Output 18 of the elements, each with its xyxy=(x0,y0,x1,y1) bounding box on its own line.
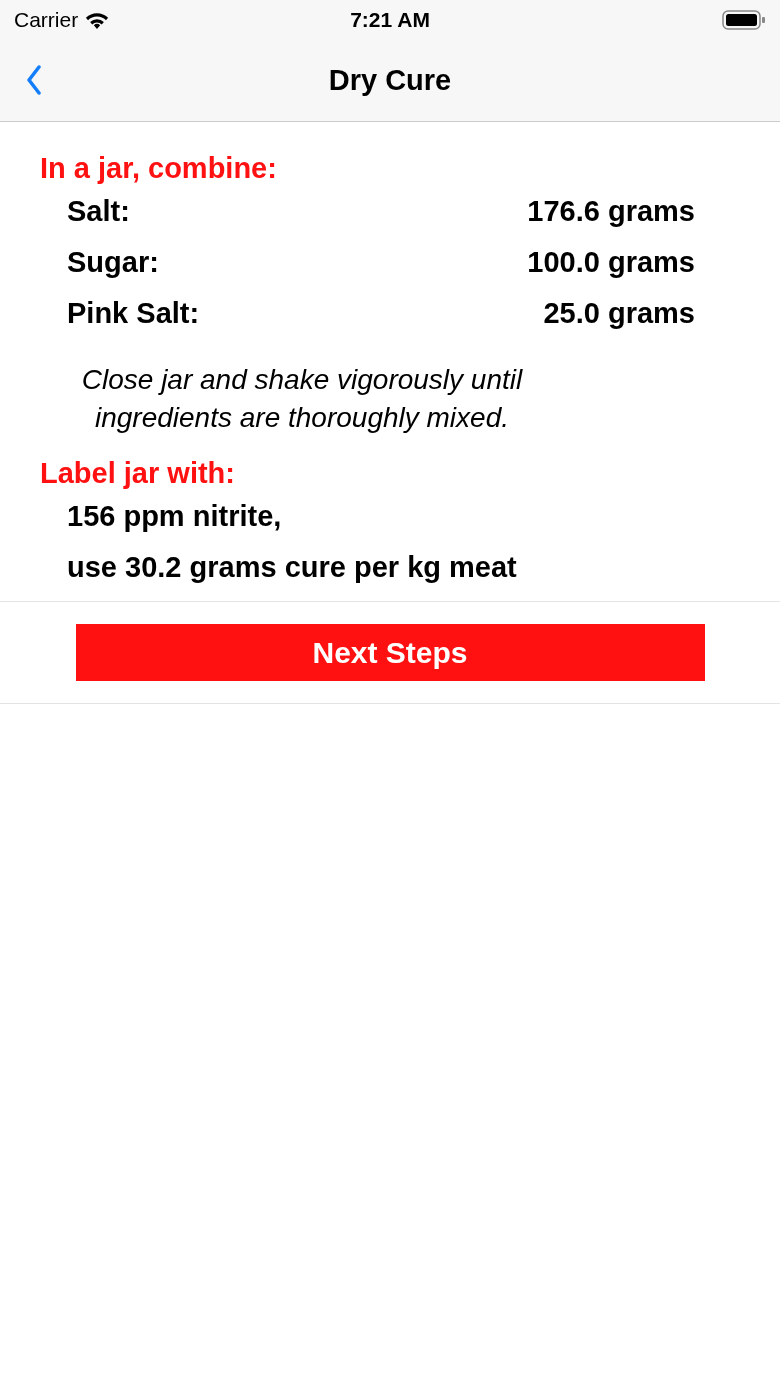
carrier-name: Carrier xyxy=(14,8,79,32)
status-time: 7:21 AM xyxy=(350,8,430,32)
battery-icon xyxy=(722,10,766,30)
ingredient-amount: 100.0 grams xyxy=(527,245,695,280)
section-heading: Label jar with: xyxy=(40,456,236,491)
label-text: 156 ppm nitrite, xyxy=(66,499,283,534)
wifi-icon xyxy=(84,10,111,30)
ingredient-name: Salt: xyxy=(67,194,130,229)
instruction-text: Close jar and shake vigorously until ingredients are thoroughly mixed. xyxy=(80,363,524,435)
next-steps-button[interactable]: Next Steps xyxy=(75,624,705,681)
label-text: use 30.2 grams cure per kg meat xyxy=(66,550,518,585)
section-heading: In a jar, combine: xyxy=(40,151,278,186)
ingredient-amount: 25.0 grams xyxy=(543,296,695,331)
back-icon[interactable] xyxy=(26,65,42,95)
ingredient-amount: 176.6 grams xyxy=(527,194,695,229)
ingredient-name: Sugar: xyxy=(67,245,159,280)
nav-title: Dry Cure xyxy=(328,63,452,97)
ingredient-name: Pink Salt: xyxy=(67,296,200,331)
